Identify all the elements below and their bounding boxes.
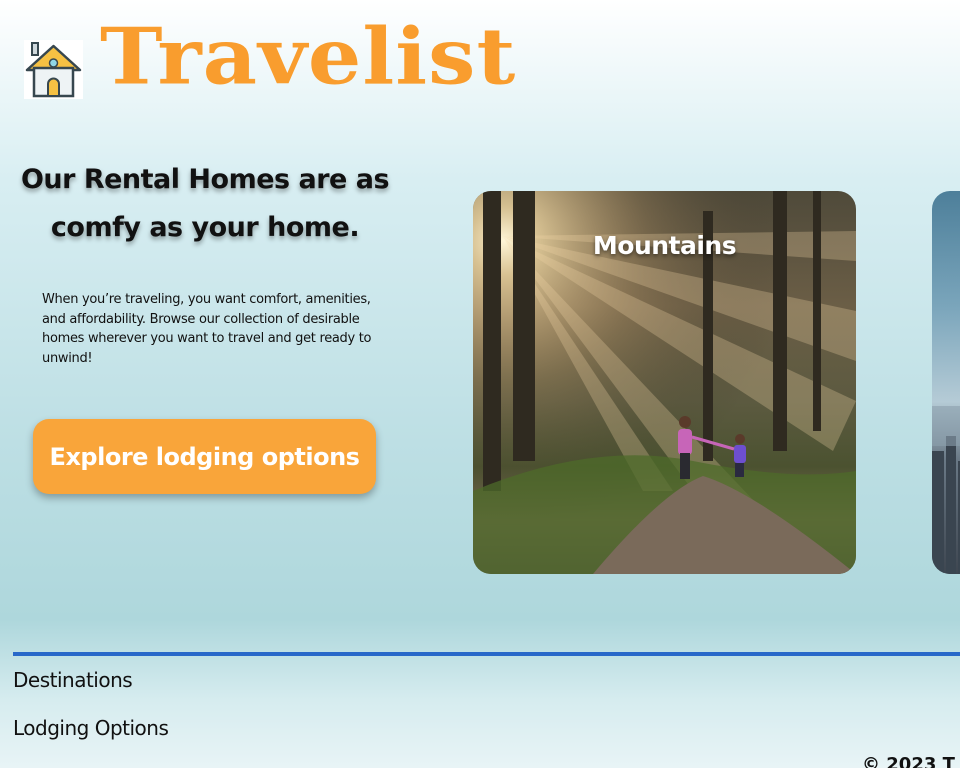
brand-name[interactable]: Travelist: [100, 18, 516, 95]
hero-tagline: Our Rental Homes are as comfy as your ho…: [20, 164, 390, 243]
destination-card-city[interactable]: [932, 191, 960, 574]
footer-divider: [13, 652, 960, 656]
hero-intro: When you’re traveling, you want comfort,…: [42, 292, 372, 366]
footer-copyright: © 2023 T: [862, 754, 955, 768]
city-skyline-photo: [932, 406, 960, 574]
footer-link-destinations[interactable]: Destinations: [13, 668, 133, 692]
logo-house-icon[interactable]: [24, 40, 83, 99]
card-title: Mountains: [592, 231, 737, 260]
destination-card-mountains[interactable]: Mountains: [473, 191, 856, 574]
footer-link-lodging-options[interactable]: Lodging Options: [13, 716, 169, 740]
explore-lodging-button[interactable]: Explore lodging options: [33, 419, 376, 494]
